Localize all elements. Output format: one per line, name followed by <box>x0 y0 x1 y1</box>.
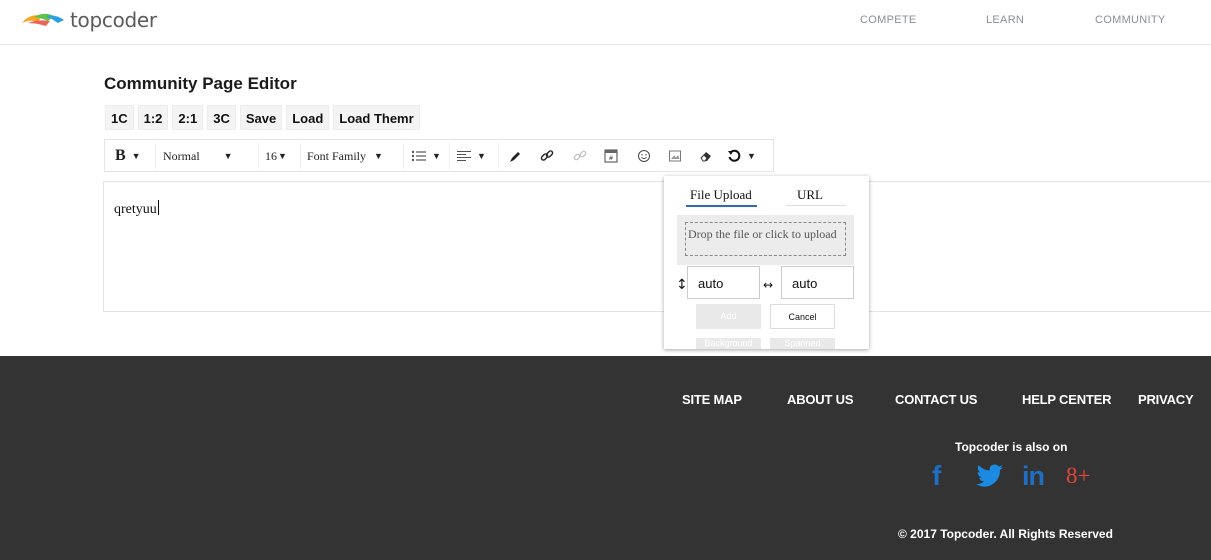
eraser-icon <box>700 152 711 162</box>
layout-button-bar: 1C 1:2 2:1 3C Save Load Load Themr <box>105 105 420 130</box>
chevron-down-icon: ▼ <box>131 151 141 161</box>
list-icon <box>411 150 426 162</box>
link-button[interactable] <box>540 145 554 167</box>
horizontal-resize-icon: ↔ <box>763 278 774 292</box>
site-footer: SITE MAP ABOUT US CONTACT US HELP CENTER… <box>0 356 1211 560</box>
nav-community[interactable]: COMMUNITY <box>1095 14 1166 26</box>
embed-icon: # <box>604 149 618 163</box>
image-button[interactable] <box>668 145 682 167</box>
align-dropdown[interactable]: ▼ <box>457 145 486 167</box>
tab-file-upload-label: File Upload <box>690 187 752 202</box>
cancel-button[interactable]: Cancel <box>770 304 835 329</box>
drop-zone-hint: Drop the file or click to upload <box>685 222 846 256</box>
file-drop-zone[interactable]: Drop the file or click to upload <box>677 215 854 265</box>
nav-compete[interactable]: COMPETE <box>860 14 917 26</box>
font-family-label: Font Family <box>307 148 367 163</box>
font-size-dropdown[interactable]: 16 ▼ <box>265 145 287 167</box>
editor-text[interactable]: qretyuu <box>114 200 159 218</box>
link-icon <box>540 150 554 161</box>
brand-name: topcoder <box>70 8 157 32</box>
footer-site-map-link[interactable]: SITE MAP <box>682 392 742 407</box>
facebook-link[interactable]: f <box>932 460 942 491</box>
image-icon <box>669 150 681 162</box>
load-button[interactable]: Load <box>286 105 330 130</box>
footer-help-center-link[interactable]: HELP CENTER <box>1022 392 1111 407</box>
editor-content-area[interactable]: qretyuu <box>103 181 1211 312</box>
tab-underline <box>786 205 846 206</box>
width-input[interactable]: auto <box>781 266 854 299</box>
editor-toolbar: B ▼ Normal ▼ 16 ▼ Font Family ▼ ▼ ▼ # ▼ <box>104 139 774 172</box>
nav-learn[interactable]: LEARN <box>986 14 1024 26</box>
list-dropdown[interactable]: ▼ <box>411 145 441 167</box>
top-navigation: topcoder COMPETE LEARN COMMUNITY <box>0 0 1211 45</box>
footer-privacy-link[interactable]: PRIVACY <box>1138 392 1194 407</box>
pencil-icon <box>510 151 520 162</box>
image-upload-popup: File Upload URL Drop the file or click t… <box>664 176 869 349</box>
topcoder-logo[interactable]: topcoder <box>20 8 157 32</box>
social-heading: Topcoder is also on <box>955 440 1068 454</box>
linkedin-link[interactable]: in <box>1022 460 1045 491</box>
unlink-button[interactable] <box>573 145 587 167</box>
two-one-column-button[interactable]: 2:1 <box>172 105 204 130</box>
eraser-button[interactable] <box>699 145 713 167</box>
chevron-down-icon: ▼ <box>432 151 441 161</box>
vertical-resize-icon: ↕ <box>676 277 688 293</box>
footer-about-us-link[interactable]: ABOUT US <box>787 392 853 407</box>
page-title: Community Page Editor <box>104 74 297 93</box>
chevron-down-icon: ▼ <box>747 151 756 161</box>
embed-button[interactable]: # <box>604 145 618 167</box>
unlink-icon <box>573 150 587 161</box>
chevron-down-icon: ▼ <box>477 151 486 161</box>
history-dropdown[interactable]: ▼ <box>727 145 756 167</box>
svg-text:#: # <box>608 155 613 162</box>
background-option-button[interactable]: Background <box>696 338 761 349</box>
font-family-dropdown[interactable]: Font Family ▼ <box>307 145 383 167</box>
three-column-button[interactable]: 3C <box>207 105 236 130</box>
one-column-button[interactable]: 1C <box>105 105 134 130</box>
font-size-label: 16 <box>265 148 277 163</box>
chevron-down-icon: ▼ <box>374 151 383 161</box>
bold-dropdown[interactable]: B ▼ <box>115 145 141 167</box>
bold-label: B <box>115 147 126 164</box>
load-theme-button[interactable]: Load Themr <box>333 105 420 130</box>
tab-file-upload[interactable]: File Upload <box>690 187 752 203</box>
googleplus-link[interactable]: 8+ <box>1066 461 1090 491</box>
topcoder-logo-icon <box>22 13 64 26</box>
twitter-link[interactable] <box>976 461 1004 491</box>
undo-icon <box>728 149 741 162</box>
googleplus-icon: 8+ <box>1066 463 1091 488</box>
tab-url[interactable]: URL <box>797 187 823 203</box>
color-picker-button[interactable] <box>509 145 522 167</box>
chevron-down-icon: ▼ <box>223 151 233 161</box>
emoji-button[interactable] <box>637 145 651 167</box>
block-type-label: Normal <box>163 148 200 163</box>
text-cursor <box>157 200 159 215</box>
save-button[interactable]: Save <box>239 105 283 130</box>
block-type-dropdown[interactable]: Normal ▼ <box>163 145 233 167</box>
tab-url-label: URL <box>797 187 823 202</box>
height-input[interactable]: auto <box>687 266 760 299</box>
footer-contact-us-link[interactable]: CONTACT US <box>895 392 977 407</box>
copyright-text: © 2017 Topcoder. All Rights Reserved <box>898 527 1113 541</box>
add-button[interactable]: Add <box>696 304 761 329</box>
facebook-icon: f <box>932 460 942 491</box>
spanned-option-button[interactable]: Spanned <box>770 338 835 349</box>
chevron-down-icon: ▼ <box>278 151 287 161</box>
align-left-icon <box>457 151 471 161</box>
active-tab-indicator <box>686 205 757 207</box>
editor-text-value: qretyuu <box>114 202 157 217</box>
one-two-column-button[interactable]: 1:2 <box>137 105 169 130</box>
linkedin-icon: in <box>1022 460 1045 491</box>
twitter-icon <box>976 464 1003 487</box>
smiley-icon <box>638 150 650 162</box>
